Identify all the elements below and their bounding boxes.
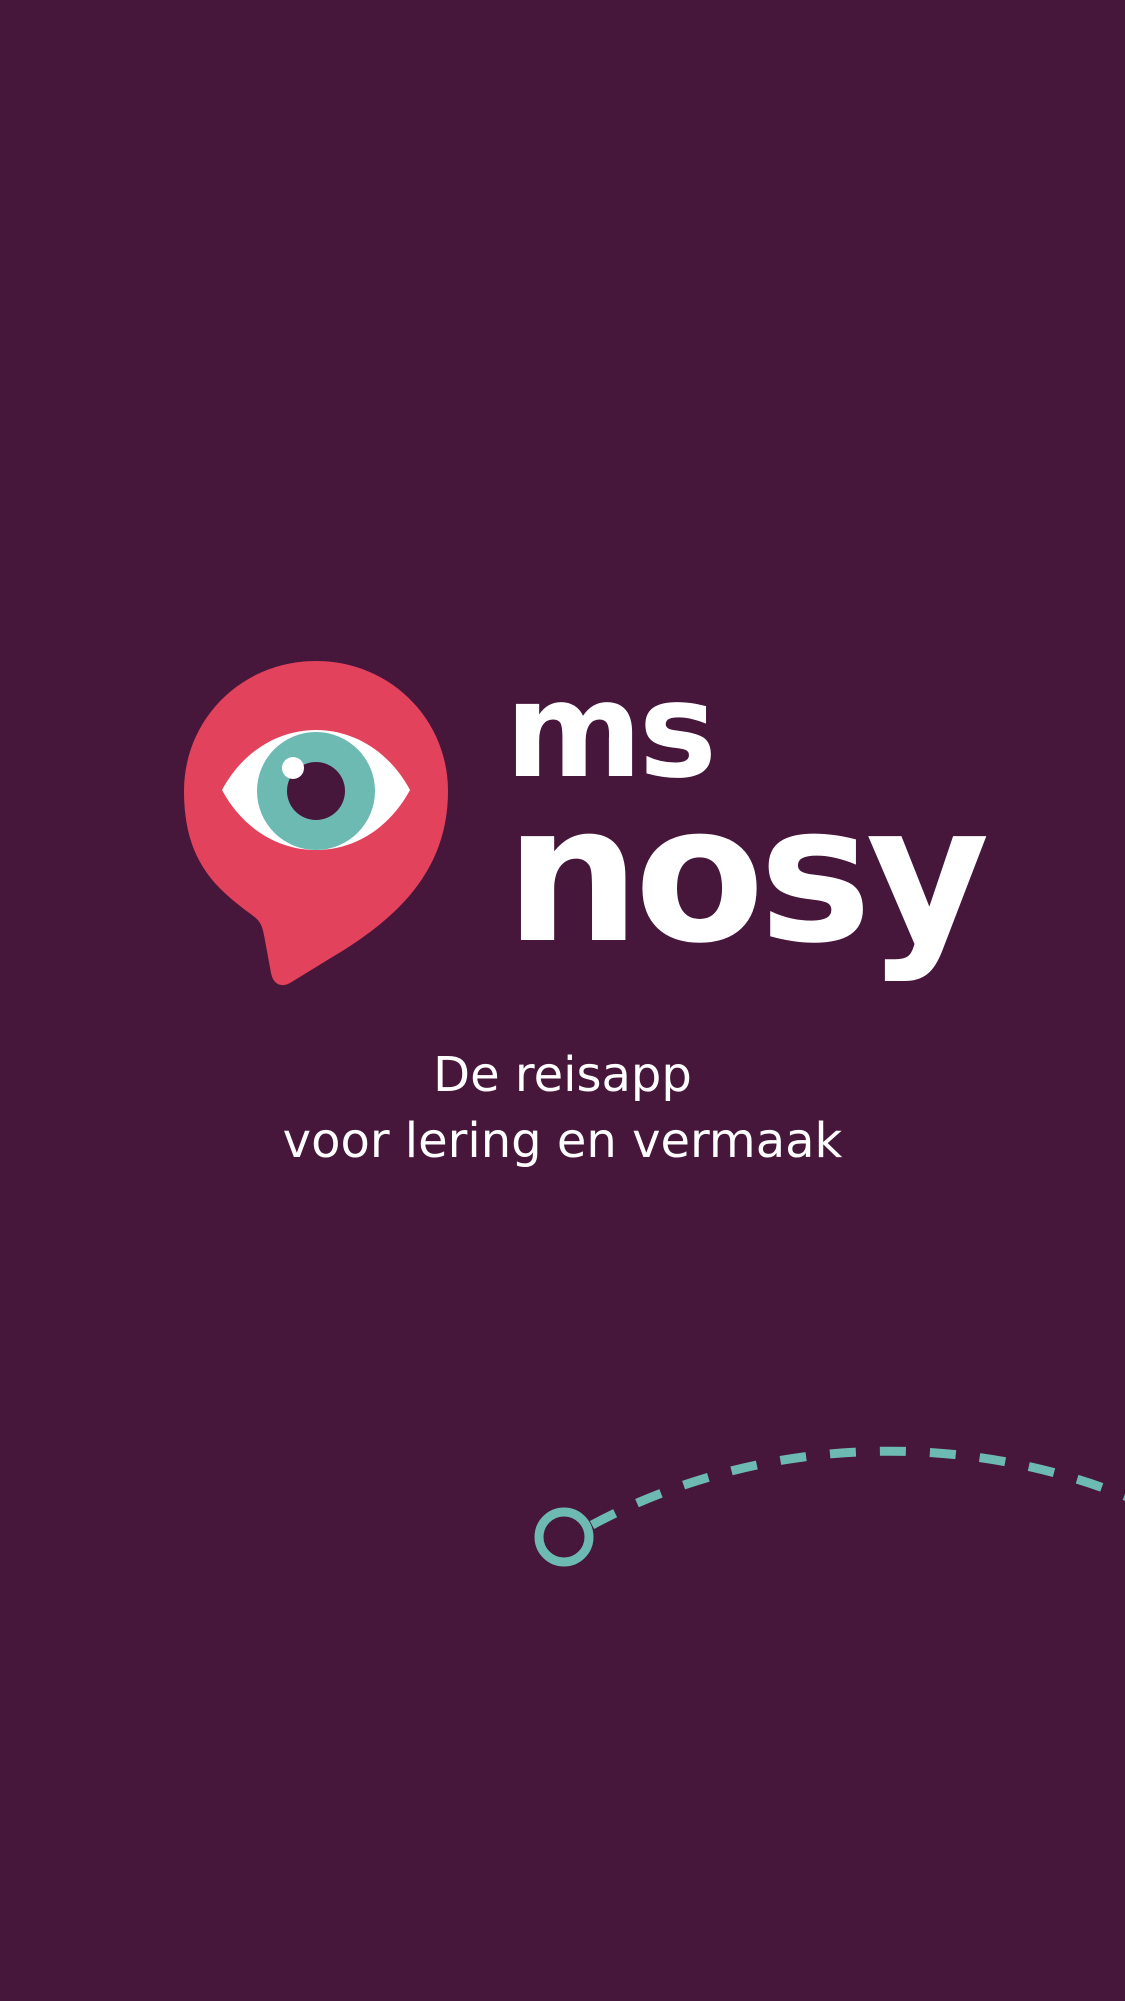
route-start-circle: [534, 1507, 594, 1567]
eye-glint: [282, 757, 304, 779]
tagline: De reisapp voor lering en vermaak: [0, 1042, 1125, 1174]
dashed-route-icon: [520, 1430, 1125, 1590]
tagline-line-2: voor lering en vermaak: [282, 1113, 843, 1169]
splash-screen: ms nosy De reisapp voor lering en vermaa…: [0, 0, 1125, 2001]
eye-pin-icon: [180, 655, 452, 990]
tagline-line-1: De reisapp: [433, 1047, 692, 1103]
wordmark-nosy: nosy: [505, 764, 990, 985]
route-dashed-path: [589, 1446, 1125, 1529]
